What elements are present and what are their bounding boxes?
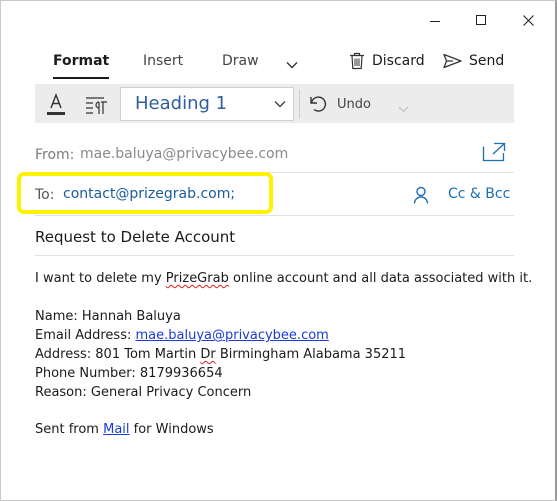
minimize-icon bbox=[430, 20, 440, 22]
minimize-button[interactable] bbox=[420, 7, 450, 33]
spellcheck-word: PrizeGrab bbox=[165, 271, 229, 286]
subject-field[interactable]: Request to Delete Account bbox=[35, 228, 235, 246]
pop-out-button[interactable] bbox=[482, 142, 506, 166]
body-text: Sent from bbox=[35, 422, 104, 437]
divider bbox=[35, 215, 514, 216]
discard-label: Discard bbox=[372, 53, 425, 69]
spellcheck-word: Dr bbox=[200, 347, 216, 362]
style-select-value: Heading 1 bbox=[135, 93, 228, 114]
close-icon bbox=[522, 14, 534, 26]
close-button[interactable] bbox=[513, 7, 543, 33]
body-text: for Windows bbox=[129, 422, 214, 437]
send-button[interactable]: Send bbox=[443, 50, 504, 72]
from-label: From: bbox=[35, 147, 75, 163]
body-line-name[interactable]: Name: Hannah Baluya bbox=[35, 309, 181, 324]
body-text: online account and all data associated w… bbox=[228, 271, 533, 286]
tab-insert[interactable]: Insert bbox=[143, 52, 183, 74]
style-select[interactable]: Heading 1 bbox=[120, 87, 294, 121]
discard-button[interactable]: Discard bbox=[349, 50, 425, 72]
body-line-reason[interactable]: Reason: General Privacy Concern bbox=[35, 385, 251, 400]
font-color-icon bbox=[47, 93, 65, 115]
font-color-button[interactable] bbox=[44, 92, 68, 118]
body-text: I want to delete my bbox=[35, 271, 166, 286]
tab-draw[interactable]: Draw bbox=[222, 52, 259, 74]
toolbar-divider bbox=[299, 90, 300, 118]
add-contact-button[interactable] bbox=[413, 186, 429, 208]
body-text: Email Address: bbox=[35, 328, 136, 343]
chevron-down-icon bbox=[398, 106, 409, 113]
undo-icon bbox=[310, 96, 327, 112]
email-link[interactable]: mae.baluya@privacybee.com bbox=[135, 328, 328, 343]
mail-link[interactable]: Mail bbox=[103, 422, 129, 437]
body-line-phone[interactable]: Phone Number: 8179936654 bbox=[35, 366, 223, 381]
cc-bcc-button[interactable]: Cc & Bcc bbox=[448, 186, 510, 202]
chevron-down-icon bbox=[274, 101, 286, 108]
send-label: Send bbox=[469, 53, 505, 69]
divider bbox=[35, 255, 514, 256]
maximize-icon bbox=[476, 15, 486, 25]
body-text: Address: 801 Tom Martin bbox=[35, 347, 201, 362]
body-text: Birmingham Alabama 35211 bbox=[215, 347, 407, 362]
person-icon bbox=[413, 186, 429, 204]
body-line-signature[interactable]: Sent from Mail for Windows bbox=[35, 422, 214, 437]
paragraph-format-icon bbox=[86, 97, 107, 114]
pop-out-icon bbox=[482, 142, 506, 162]
send-icon bbox=[443, 53, 462, 69]
undo-button[interactable]: Undo bbox=[308, 93, 371, 115]
more-tabs-button[interactable] bbox=[285, 55, 301, 69]
from-field[interactable]: mae.baluya@privacybee.com bbox=[80, 146, 288, 162]
highlight-box bbox=[17, 172, 273, 214]
chevron-down-icon bbox=[286, 62, 298, 69]
trash-icon bbox=[350, 52, 364, 70]
paragraph-format-button[interactable] bbox=[84, 93, 110, 117]
body-line-address[interactable]: Address: 801 Tom Martin Dr Birmingham Al… bbox=[35, 347, 406, 362]
body-line-intro[interactable]: I want to delete my PrizeGrab online acc… bbox=[35, 271, 532, 286]
maximize-button[interactable] bbox=[466, 7, 496, 33]
tab-format[interactable]: Format bbox=[53, 52, 110, 79]
undo-dropdown-button[interactable] bbox=[397, 99, 410, 118]
undo-label: Undo bbox=[337, 96, 371, 112]
body-line-email[interactable]: Email Address: mae.baluya@privacybee.com bbox=[35, 328, 329, 343]
